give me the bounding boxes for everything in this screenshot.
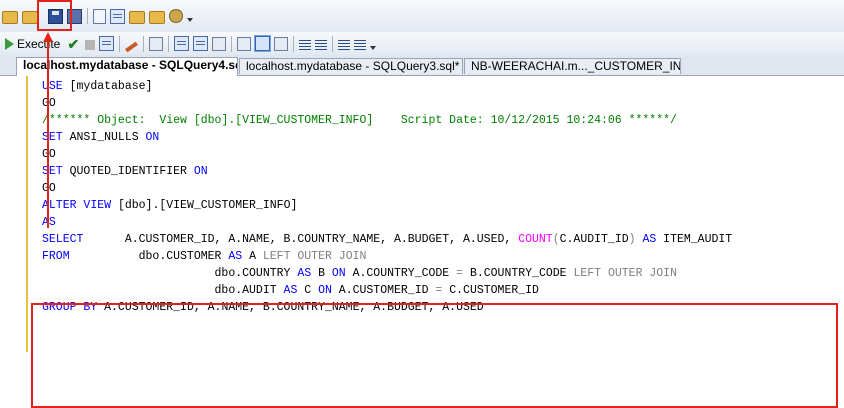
toolbar-separator xyxy=(293,35,295,52)
code-token: B.COUNTRY_CODE xyxy=(469,267,574,280)
toolbar-separator xyxy=(119,35,121,52)
code-token: COUNT xyxy=(518,233,553,246)
execute-icon xyxy=(5,37,14,50)
code-line[interactable]: dbo.COUNTRY AS B ON A.COUNTRY_CODE = B.C… xyxy=(42,265,677,282)
decrease-indent-icon[interactable] xyxy=(338,39,351,51)
code-token: LEFT OUTER JOIN xyxy=(573,267,677,280)
live-stats-icon[interactable] xyxy=(212,36,227,51)
debug-icon[interactable] xyxy=(99,36,115,51)
change-connection-icon[interactable] xyxy=(22,11,38,24)
open-connection-icon[interactable] xyxy=(2,11,18,24)
select-statement-highlight xyxy=(31,303,838,408)
execute-button[interactable]: Execute xyxy=(0,34,63,54)
code-token: dbo.AUDIT xyxy=(42,284,284,297)
tab-customer-info[interactable]: NB-WEERACHAI.m..._CUSTOMER_INFO xyxy=(464,58,681,74)
code-token: /****** Object: View [dbo].[VIEW_CUSTOME… xyxy=(42,114,677,127)
results-grid-icon[interactable] xyxy=(110,8,125,24)
registered-servers-icon[interactable] xyxy=(149,11,165,24)
code-token: = xyxy=(435,284,450,297)
code-token: C.AUDIT_ID xyxy=(559,233,629,246)
code-token: A.CUSTOMER_ID xyxy=(338,284,436,297)
toolbar-overflow-icon[interactable] xyxy=(370,36,377,52)
code-token: A xyxy=(249,250,263,263)
tab-label: localhost.mydatabase - SQLQuery4.sql xyxy=(23,58,238,72)
tab-sqlquery4[interactable]: localhost.mydatabase - SQLQuery4.sql xyxy=(16,57,238,76)
code-line[interactable]: USE [mydatabase] xyxy=(42,78,152,95)
code-token: ITEM_AUDIT xyxy=(663,233,733,246)
toolbar-overflow-icon[interactable] xyxy=(187,8,194,24)
cancel-query-icon[interactable] xyxy=(85,40,96,50)
code-line[interactable]: SELECT A.CUSTOMER_ID, A.NAME, B.COUNTRY_… xyxy=(42,231,732,248)
code-token: dbo.CUSTOMER xyxy=(138,250,229,263)
change-tracking-margin xyxy=(26,76,28,352)
tab-sqlquery3[interactable]: localhost.mydatabase - SQLQuery3.sql* xyxy=(239,58,463,74)
client-stats-icon[interactable] xyxy=(193,36,209,51)
properties-icon[interactable] xyxy=(169,9,183,23)
parse-check-icon[interactable]: ✔ xyxy=(65,36,81,52)
results-file-icon[interactable] xyxy=(274,36,289,51)
toolbar-separator xyxy=(332,35,334,52)
code-token: C.CUSTOMER_ID xyxy=(449,284,539,297)
code-token: VIEW xyxy=(83,199,118,212)
toolbar-separator xyxy=(143,35,145,52)
annotation-arrow xyxy=(47,42,49,228)
code-token: ON xyxy=(193,165,208,178)
save-button-highlight xyxy=(37,0,72,31)
code-token: ( xyxy=(552,233,560,246)
uncomment-icon[interactable] xyxy=(315,39,328,51)
code-token: LEFT OUTER JOIN xyxy=(262,250,367,263)
toolbar-separator xyxy=(168,35,170,52)
code-token: A.COUNTRY_CODE xyxy=(352,267,457,280)
code-line[interactable]: dbo.AUDIT AS C ON A.CUSTOMER_ID = C.CUST… xyxy=(42,282,539,299)
design-query-icon[interactable] xyxy=(125,41,139,52)
execute-label: Execute xyxy=(17,36,61,51)
new-query-icon[interactable] xyxy=(93,8,106,24)
code-token: ON xyxy=(331,267,353,280)
code-token: ON xyxy=(145,131,160,144)
code-token: QUOTED_IDENTIFIER xyxy=(69,165,194,178)
code-token: ) xyxy=(628,233,643,246)
code-token: SELECT xyxy=(42,233,125,246)
code-line[interactable]: SET ANSI_NULLS ON xyxy=(42,129,159,146)
code-token: C xyxy=(304,284,319,297)
code-token: A.CUSTOMER_ID, A.NAME, B.COUNTRY_NAME, A… xyxy=(124,233,519,246)
toolbar-separator xyxy=(231,35,233,52)
code-line[interactable]: /****** Object: View [dbo].[VIEW_CUSTOME… xyxy=(42,112,677,129)
query-toolbar: Execute ✔ xyxy=(0,32,844,56)
results-text-icon[interactable] xyxy=(237,36,252,51)
object-explorer-icon[interactable] xyxy=(129,11,145,24)
code-line[interactable]: ALTER VIEW [dbo].[VIEW_CUSTOMER_INFO] xyxy=(42,197,297,214)
toolbar-separator xyxy=(87,8,88,24)
tab-label: localhost.mydatabase - SQLQuery3.sql* xyxy=(246,59,460,73)
code-token: [mydatabase] xyxy=(69,80,153,93)
code-token: ON xyxy=(318,284,339,297)
code-token: AS xyxy=(228,250,250,263)
tab-label: NB-WEERACHAI.m..._CUSTOMER_INFO xyxy=(471,59,681,73)
code-token: AS xyxy=(642,233,664,246)
code-token: = xyxy=(456,267,470,280)
code-line[interactable]: SET QUOTED_IDENTIFIER ON xyxy=(42,163,208,180)
specify-values-icon[interactable] xyxy=(149,36,164,51)
code-token: FROM xyxy=(42,250,139,263)
increase-indent-icon[interactable] xyxy=(354,39,367,51)
code-token: B xyxy=(318,267,332,280)
code-token: ANSI_NULLS xyxy=(69,131,146,144)
code-token: dbo.COUNTRY xyxy=(42,267,298,280)
comment-out-icon[interactable] xyxy=(299,39,312,51)
document-tab-strip: localhost.mydatabase - SQLQuery4.sql loc… xyxy=(0,55,844,76)
sql-editor[interactable]: USE [mydatabase]GO/****** Object: View [… xyxy=(0,76,844,408)
code-token: [dbo].[VIEW_CUSTOMER_INFO] xyxy=(117,199,298,212)
standard-toolbar xyxy=(0,0,844,33)
include-plan-icon[interactable] xyxy=(174,36,190,51)
results-grid-toggle-icon[interactable] xyxy=(254,35,272,52)
code-line[interactable]: FROM dbo.CUSTOMER AS A LEFT OUTER JOIN xyxy=(42,248,366,265)
code-token: AS xyxy=(283,284,305,297)
annotation-arrow-head xyxy=(43,32,53,42)
code-token: AS xyxy=(297,267,319,280)
